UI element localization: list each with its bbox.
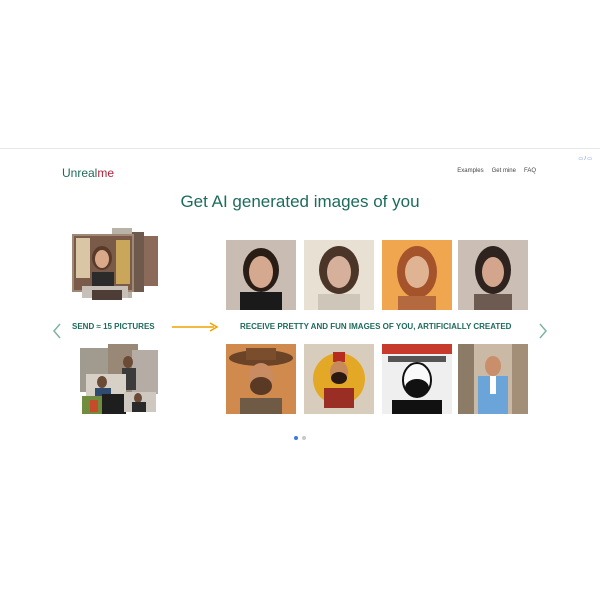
portrait-cowboy-icon bbox=[226, 344, 296, 414]
language-switch[interactable]: ▭ / ▭ bbox=[578, 156, 592, 162]
receive-label: RECEIVE PRETTY AND FUN IMAGES OF YOU, AR… bbox=[240, 322, 512, 331]
output-image-3 bbox=[382, 240, 452, 310]
carousel-dot-1[interactable] bbox=[294, 436, 298, 440]
carousel-prev-button[interactable] bbox=[52, 322, 62, 345]
carousel-dot-2[interactable] bbox=[302, 436, 306, 440]
portrait-woman-2-icon bbox=[304, 240, 374, 310]
send-label: SEND ≈ 15 PICTURES bbox=[72, 322, 155, 331]
portrait-woman-3-icon bbox=[382, 240, 452, 310]
logo-main: Unreal bbox=[62, 166, 98, 180]
header-divider bbox=[0, 148, 600, 149]
carousel-pagination bbox=[294, 436, 306, 440]
input-photos-collage-top bbox=[72, 228, 162, 302]
output-image-6 bbox=[304, 344, 374, 414]
portrait-comic-icon bbox=[382, 344, 452, 414]
main-nav: Examples Get mine FAQ bbox=[457, 168, 536, 174]
output-image-4 bbox=[458, 240, 528, 310]
output-image-8 bbox=[458, 344, 528, 414]
output-image-7 bbox=[382, 344, 452, 414]
portrait-woman-1-icon bbox=[226, 240, 296, 310]
logo-accent: me bbox=[97, 166, 115, 180]
chevron-left-icon bbox=[53, 323, 61, 339]
input-photos-collage-bottom bbox=[80, 344, 160, 416]
input-selfies-icon bbox=[72, 228, 158, 300]
chevron-right-icon bbox=[539, 323, 547, 339]
input-selfies-bearded-icon bbox=[80, 344, 158, 414]
site-logo[interactable]: Unrealme bbox=[62, 166, 114, 180]
arrow-right-icon bbox=[172, 320, 220, 338]
nav-examples[interactable]: Examples bbox=[457, 168, 483, 174]
portrait-woman-4-icon bbox=[458, 240, 528, 310]
page-title: Get AI generated images of you bbox=[180, 192, 420, 211]
nav-get-mine[interactable]: Get mine bbox=[492, 168, 516, 174]
carousel-next-button[interactable] bbox=[538, 322, 548, 345]
output-image-2 bbox=[304, 240, 374, 310]
portrait-king-icon bbox=[304, 344, 374, 414]
output-image-1 bbox=[226, 240, 296, 310]
output-image-5 bbox=[226, 344, 296, 414]
portrait-suit-icon bbox=[458, 344, 528, 414]
nav-faq[interactable]: FAQ bbox=[524, 168, 536, 174]
